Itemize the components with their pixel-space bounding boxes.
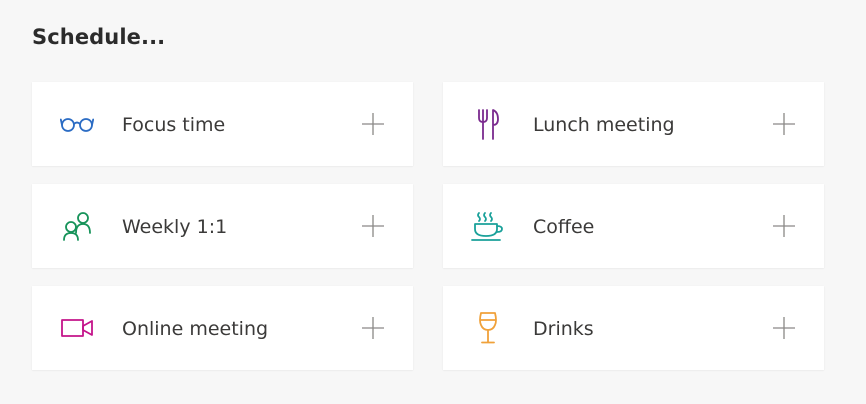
page-title: Schedule... xyxy=(32,25,166,49)
card-label: Drinks xyxy=(533,318,594,340)
weekly-one-on-one-card[interactable]: Weekly 1:1 xyxy=(32,184,413,268)
online-meeting-card[interactable]: Online meeting xyxy=(32,286,413,370)
card-label: Coffee xyxy=(533,216,595,238)
fork-knife-icon xyxy=(471,107,505,141)
coffee-cup-icon xyxy=(471,209,505,243)
plus-icon[interactable] xyxy=(361,112,385,136)
plus-icon[interactable] xyxy=(772,214,796,238)
card-label: Online meeting xyxy=(122,318,269,340)
card-label: Focus time xyxy=(122,114,226,136)
plus-icon[interactable] xyxy=(772,316,796,340)
lunch-meeting-card[interactable]: Lunch meeting xyxy=(443,82,824,166)
people-icon xyxy=(60,209,94,243)
card-label: Lunch meeting xyxy=(533,114,675,136)
plus-icon[interactable] xyxy=(772,112,796,136)
focus-time-card[interactable]: Focus time xyxy=(32,82,413,166)
plus-icon[interactable] xyxy=(361,316,385,340)
wine-glass-icon xyxy=(471,311,505,345)
schedule-options-grid: Focus time Lunch meeting Weekly 1:1 Coff… xyxy=(32,82,824,370)
glasses-icon xyxy=(60,107,94,141)
video-camera-icon xyxy=(60,311,94,345)
drinks-card[interactable]: Drinks xyxy=(443,286,824,370)
plus-icon[interactable] xyxy=(361,214,385,238)
card-label: Weekly 1:1 xyxy=(122,216,228,238)
coffee-card[interactable]: Coffee xyxy=(443,184,824,268)
